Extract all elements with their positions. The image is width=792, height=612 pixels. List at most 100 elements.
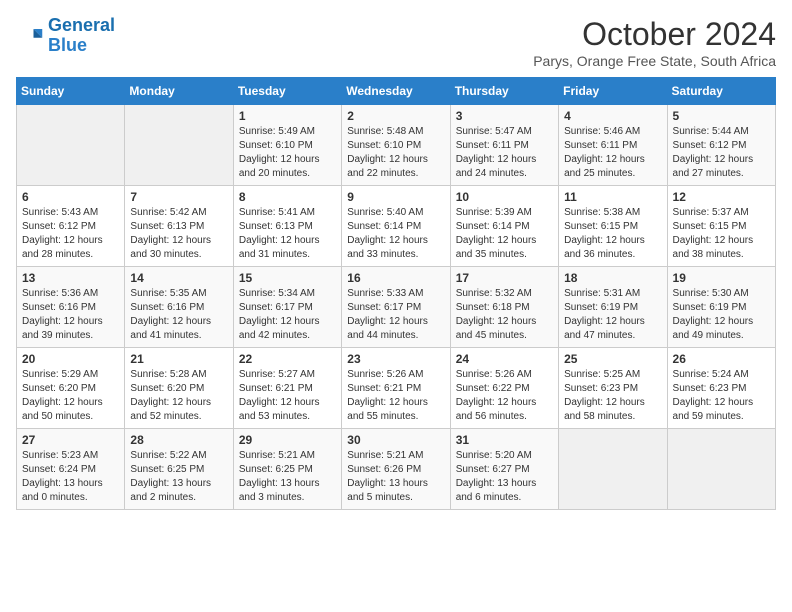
- week-row-5: 27 Sunrise: 5:23 AM Sunset: 6:24 PM Dayli…: [17, 429, 776, 510]
- day-detail: Sunrise: 5:48 AM Sunset: 6:10 PM Dayligh…: [347, 125, 444, 181]
- day-number: 18: [564, 271, 661, 285]
- day-cell: 27 Sunrise: 5:23 AM Sunset: 6:24 PM Dayli…: [17, 429, 125, 510]
- day-detail: Sunrise: 5:35 AM Sunset: 6:16 PM Dayligh…: [130, 287, 227, 343]
- day-number: 15: [239, 271, 336, 285]
- day-detail: Sunrise: 5:46 AM Sunset: 6:11 PM Dayligh…: [564, 125, 661, 181]
- day-number: 4: [564, 109, 661, 123]
- day-number: 19: [673, 271, 770, 285]
- day-cell: 2 Sunrise: 5:48 AM Sunset: 6:10 PM Daylig…: [342, 105, 450, 186]
- day-detail: Sunrise: 5:26 AM Sunset: 6:22 PM Dayligh…: [456, 368, 553, 424]
- day-number: 31: [456, 433, 553, 447]
- day-number: 23: [347, 352, 444, 366]
- day-cell: 18Sunrise: 5:31 AM Sunset: 6:19 PM Dayli…: [559, 267, 667, 348]
- header-cell-wednesday: Wednesday: [342, 78, 450, 105]
- day-cell: 7Sunrise: 5:42 AM Sunset: 6:13 PM Daylig…: [125, 186, 233, 267]
- day-number: 9: [347, 190, 444, 204]
- day-cell: 20Sunrise: 5:29 AM Sunset: 6:20 PM Dayli…: [17, 348, 125, 429]
- header-cell-monday: Monday: [125, 78, 233, 105]
- day-detail: Sunrise: 5:34 AM Sunset: 6:17 PM Dayligh…: [239, 287, 336, 343]
- day-cell: 17 Sunrise: 5:32 AM Sunset: 6:18 PM Dayli…: [450, 267, 558, 348]
- day-number: 10: [456, 190, 553, 204]
- day-number: 8: [239, 190, 336, 204]
- header-cell-saturday: Saturday: [667, 78, 775, 105]
- day-number: 29: [239, 433, 336, 447]
- calendar-body: 1 Sunrise: 5:49 AM Sunset: 6:10 PM Daylig…: [17, 105, 776, 510]
- day-detail: Sunrise: 5:43 AM Sunset: 6:12 PM Dayligh…: [22, 206, 119, 262]
- day-cell: 26 Sunrise: 5:24 AM Sunset: 6:23 PM Dayli…: [667, 348, 775, 429]
- header-row: SundayMondayTuesdayWednesdayThursdayFrid…: [17, 78, 776, 105]
- day-number: 2: [347, 109, 444, 123]
- day-cell: 9Sunrise: 5:40 AM Sunset: 6:14 PM Daylig…: [342, 186, 450, 267]
- day-number: 27: [22, 433, 119, 447]
- day-cell: 22 Sunrise: 5:27 AM Sunset: 6:21 PM Dayli…: [233, 348, 341, 429]
- day-cell: 31 Sunrise: 5:20 AM Sunset: 6:27 PM Dayli…: [450, 429, 558, 510]
- day-number: 21: [130, 352, 227, 366]
- day-detail: Sunrise: 5:30 AM Sunset: 6:19 PM Dayligh…: [673, 287, 770, 343]
- week-row-3: 13 Sunrise: 5:36 AM Sunset: 6:16 PM Dayli…: [17, 267, 776, 348]
- day-number: 25: [564, 352, 661, 366]
- day-number: 17: [456, 271, 553, 285]
- day-cell: [17, 105, 125, 186]
- day-cell: [559, 429, 667, 510]
- header-cell-friday: Friday: [559, 78, 667, 105]
- day-number: 1: [239, 109, 336, 123]
- day-detail: Sunrise: 5:25 AM Sunset: 6:23 PM Dayligh…: [564, 368, 661, 424]
- day-cell: 30Sunrise: 5:21 AM Sunset: 6:26 PM Dayli…: [342, 429, 450, 510]
- day-detail: Sunrise: 5:21 AM Sunset: 6:26 PM Dayligh…: [347, 449, 444, 505]
- day-number: 20: [22, 352, 119, 366]
- logo-line2: Blue: [48, 36, 115, 56]
- day-number: 26: [673, 352, 770, 366]
- day-cell: 13 Sunrise: 5:36 AM Sunset: 6:16 PM Dayli…: [17, 267, 125, 348]
- day-detail: Sunrise: 5:20 AM Sunset: 6:27 PM Dayligh…: [456, 449, 553, 505]
- day-cell: 24Sunrise: 5:26 AM Sunset: 6:22 PM Dayli…: [450, 348, 558, 429]
- logo: General Blue: [16, 16, 115, 56]
- day-number: 28: [130, 433, 227, 447]
- day-cell: [667, 429, 775, 510]
- day-number: 14: [130, 271, 227, 285]
- day-detail: Sunrise: 5:33 AM Sunset: 6:17 PM Dayligh…: [347, 287, 444, 343]
- day-detail: Sunrise: 5:38 AM Sunset: 6:15 PM Dayligh…: [564, 206, 661, 262]
- day-detail: Sunrise: 5:28 AM Sunset: 6:20 PM Dayligh…: [130, 368, 227, 424]
- day-cell: 29 Sunrise: 5:21 AM Sunset: 6:25 PM Dayli…: [233, 429, 341, 510]
- day-number: 22: [239, 352, 336, 366]
- day-number: 11: [564, 190, 661, 204]
- location-subtitle: Parys, Orange Free State, South Africa: [533, 53, 776, 69]
- day-detail: Sunrise: 5:47 AM Sunset: 6:11 PM Dayligh…: [456, 125, 553, 181]
- logo-text: General Blue: [48, 16, 115, 56]
- day-detail: Sunrise: 5:39 AM Sunset: 6:14 PM Dayligh…: [456, 206, 553, 262]
- day-cell: [125, 105, 233, 186]
- day-number: 13: [22, 271, 119, 285]
- calendar-header: SundayMondayTuesdayWednesdayThursdayFrid…: [17, 78, 776, 105]
- day-detail: Sunrise: 5:21 AM Sunset: 6:25 PM Dayligh…: [239, 449, 336, 505]
- day-cell: 16Sunrise: 5:33 AM Sunset: 6:17 PM Dayli…: [342, 267, 450, 348]
- day-cell: 1 Sunrise: 5:49 AM Sunset: 6:10 PM Daylig…: [233, 105, 341, 186]
- day-cell: 15 Sunrise: 5:34 AM Sunset: 6:17 PM Dayli…: [233, 267, 341, 348]
- day-number: 6: [22, 190, 119, 204]
- day-detail: Sunrise: 5:24 AM Sunset: 6:23 PM Dayligh…: [673, 368, 770, 424]
- day-detail: Sunrise: 5:49 AM Sunset: 6:10 PM Dayligh…: [239, 125, 336, 181]
- day-cell: 10 Sunrise: 5:39 AM Sunset: 6:14 PM Dayli…: [450, 186, 558, 267]
- page-header: General Blue October 2024 Parys, Orange …: [16, 16, 776, 69]
- logo-icon: [16, 22, 44, 50]
- day-detail: Sunrise: 5:44 AM Sunset: 6:12 PM Dayligh…: [673, 125, 770, 181]
- title-block: October 2024 Parys, Orange Free State, S…: [533, 16, 776, 69]
- week-row-2: 6 Sunrise: 5:43 AM Sunset: 6:12 PM Daylig…: [17, 186, 776, 267]
- day-cell: 4 Sunrise: 5:46 AM Sunset: 6:11 PM Daylig…: [559, 105, 667, 186]
- day-cell: 28 Sunrise: 5:22 AM Sunset: 6:25 PM Dayli…: [125, 429, 233, 510]
- day-cell: 8 Sunrise: 5:41 AM Sunset: 6:13 PM Daylig…: [233, 186, 341, 267]
- day-cell: 23Sunrise: 5:26 AM Sunset: 6:21 PM Dayli…: [342, 348, 450, 429]
- day-detail: Sunrise: 5:23 AM Sunset: 6:24 PM Dayligh…: [22, 449, 119, 505]
- day-detail: Sunrise: 5:41 AM Sunset: 6:13 PM Dayligh…: [239, 206, 336, 262]
- day-number: 12: [673, 190, 770, 204]
- month-title: October 2024: [533, 16, 776, 53]
- day-cell: 11 Sunrise: 5:38 AM Sunset: 6:15 PM Dayli…: [559, 186, 667, 267]
- day-detail: Sunrise: 5:36 AM Sunset: 6:16 PM Dayligh…: [22, 287, 119, 343]
- day-detail: Sunrise: 5:27 AM Sunset: 6:21 PM Dayligh…: [239, 368, 336, 424]
- day-number: 3: [456, 109, 553, 123]
- header-cell-thursday: Thursday: [450, 78, 558, 105]
- header-cell-tuesday: Tuesday: [233, 78, 341, 105]
- day-detail: Sunrise: 5:22 AM Sunset: 6:25 PM Dayligh…: [130, 449, 227, 505]
- day-detail: Sunrise: 5:42 AM Sunset: 6:13 PM Dayligh…: [130, 206, 227, 262]
- day-detail: Sunrise: 5:32 AM Sunset: 6:18 PM Dayligh…: [456, 287, 553, 343]
- day-cell: 21 Sunrise: 5:28 AM Sunset: 6:20 PM Dayli…: [125, 348, 233, 429]
